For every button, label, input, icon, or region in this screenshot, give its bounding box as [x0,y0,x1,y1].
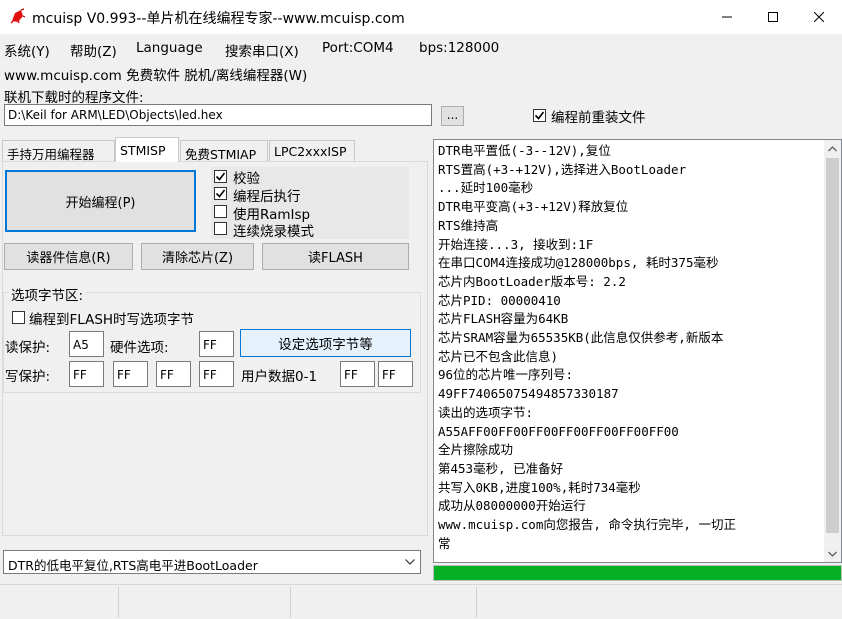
log-line: 共写入0KB,进度100%,耗时734毫秒 [438,479,641,495]
start-program-button[interactable]: 开始编程(P) [5,170,196,232]
log-line: 在串口COM4连接成功@128000bps, 耗时375毫秒 [438,255,719,271]
maximize-button[interactable] [750,0,796,34]
checkmark-icon [215,172,226,181]
bug-app-icon [9,8,26,25]
close-button[interactable] [796,0,842,34]
menu-help[interactable]: 帮助(Z) [70,40,117,60]
run-after-program-checkbox[interactable] [214,187,227,200]
menu-bps[interactable]: bps:128000 [419,40,499,56]
checkmark-icon [215,189,226,198]
hardware-option-label: 硬件选项: [110,340,169,356]
log-line: 全片擦除成功 [438,442,514,458]
write-protect-field-0[interactable]: FF [69,361,104,387]
user-data-field-0[interactable]: FF [340,361,375,387]
tab-free-stmiap[interactable]: 免费STMIAP [180,140,268,162]
set-option-bytes-button[interactable]: 设定选项字节等 [240,329,411,357]
reload-before-program-label: 编程前重装文件 [551,110,646,126]
log-text: DTR电平置低(-3--12V),复位 RTS置高(+3-+12V),选择进入Bo… [438,142,823,553]
verify-label: 校验 [233,171,260,187]
log-line: DTR电平变高(+3-+12V)释放复位 [438,199,629,215]
scroll-thumb[interactable] [826,158,839,533]
title-bar: mcuisp V0.993--单片机在线编程专家--www.mcuisp.com [0,0,842,34]
log-output[interactable]: DTR电平置低(-3--12V),复位 RTS置高(+3-+12V),选择进入Bo… [433,139,842,563]
progress-bar [433,565,842,581]
program-option-bytes-checkbox[interactable] [12,311,25,324]
filepath-input[interactable]: D:\Keil for ARM\LED\Objects\led.hex [4,104,432,126]
filepath-label: 联机下载时的程序文件: [4,90,144,106]
program-option-bytes-label: 编程到FLASH时写选项字节 [29,312,195,328]
reload-before-program-checkbox[interactable] [533,109,546,122]
log-line: 芯片SRAM容量为65535KB(此信息仅供参考,新版本 [438,330,724,346]
dtr-mode-select[interactable]: DTR的低电平复位,RTS高电平进BootLoader [3,550,421,574]
scroll-up-icon[interactable] [824,140,841,157]
minimize-button[interactable] [704,0,750,34]
scroll-down-icon[interactable] [824,545,841,562]
read-device-info-button[interactable]: 读器件信息(R) [4,243,133,270]
log-line: 芯片PID: 00000410 [438,292,561,308]
user-data-field-1[interactable]: FF [378,361,413,387]
erase-chip-button[interactable]: 清除芯片(Z) [141,243,254,270]
log-line: www.mcuisp.com向您报告, 命令执行完毕, 一切正 [438,517,736,533]
status-divider [476,587,477,618]
log-line: 96位的芯片唯一序列号: [438,367,574,383]
continuous-burn-checkbox[interactable] [214,222,227,235]
use-ramisp-checkbox[interactable] [214,205,227,218]
browse-button[interactable]: ... [441,106,464,126]
log-line: 成功从08000000开始运行 [438,498,586,514]
menu-port[interactable]: Port:COM4 [322,40,394,56]
option-bytes-legend: 选项字节区: [9,284,86,304]
run-after-program-label: 编程后执行 [233,189,301,205]
dtr-mode-value: DTR的低电平复位,RTS高电平进BootLoader [8,558,258,573]
menu-language[interactable]: Language [136,40,203,56]
log-line: 常 [438,535,451,551]
log-scrollbar[interactable] [824,140,841,562]
menu-website-offline[interactable]: www.mcuisp.com 免费软件 脱机/离线编程器(W) [4,64,307,84]
close-icon [814,12,824,22]
log-line: 芯片已不包含此信息) [438,348,559,364]
log-line: 第453毫秒, 已准备好 [438,460,564,476]
tab-lpc2xxxisp[interactable]: LPC2xxxISP [269,140,355,162]
log-line: 开始连接...3, 接收到:1F [438,236,594,252]
log-line: 读出的选项字节: [438,404,534,420]
write-protect-field-3[interactable]: FF [199,361,234,387]
log-line: 芯片内BootLoader版本号: 2.2 [438,273,626,289]
minimize-icon [722,16,732,18]
tab-stmisp[interactable]: STMISP [115,137,179,162]
verify-checkbox[interactable] [214,170,227,183]
menu-system[interactable]: 系统(Y) [4,40,50,60]
read-flash-button[interactable]: 读FLASH [262,243,409,270]
status-divider [118,587,119,618]
checkmark-icon [534,111,545,120]
log-line: ...延时100毫秒 [438,180,534,196]
maximize-icon [768,12,778,22]
log-line: A55AFF00FF00FF00FF00FF00FF00FF00 [438,423,679,439]
write-protect-label: 写保护: [5,369,51,385]
chevron-down-icon[interactable] [400,551,420,573]
log-line: 芯片FLASH容量为64KB [438,311,569,327]
continuous-burn-label: 连续烧录模式 [233,224,314,240]
log-line: 49FF74065075494857330187 [438,386,619,402]
menu-search-port[interactable]: 搜索串口(X) [225,40,299,60]
status-bar [0,584,842,619]
tab-handheld-programmer[interactable]: 手持万用编程器 [2,140,115,162]
log-line: DTR电平置低(-3--12V),复位 [438,143,611,158]
read-protect-field[interactable]: A5 [69,331,104,357]
window-title: mcuisp V0.993--单片机在线编程专家--www.mcuisp.com [32,11,405,27]
hardware-option-field[interactable]: FF [199,331,234,357]
user-data-label: 用户数据0-1 [241,369,318,385]
progress-fill [434,566,841,580]
log-line: RTS置高(+3-+12V),选择进入BootLoader [438,161,687,177]
status-divider [290,587,291,618]
log-line: RTS维持高 [438,217,499,233]
read-protect-label: 读保护: [5,340,51,356]
write-protect-field-2[interactable]: FF [156,361,191,387]
write-protect-field-1[interactable]: FF [113,361,148,387]
